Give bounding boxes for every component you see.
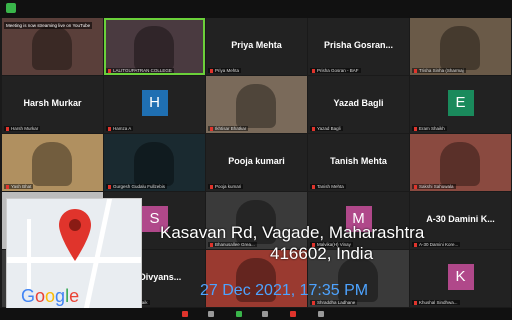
participant-tile[interactable]: Prisha Gosran... Prisha Gosran - BAF	[308, 18, 409, 75]
avatar: H	[141, 89, 168, 116]
participant-tile[interactable]: E Eram Shaikh	[410, 76, 511, 133]
participant-tile[interactable]: Yazad Bagli Yazad Bagli	[308, 76, 409, 133]
participant-tile[interactable]: Ikhtisar Bhatkar	[206, 76, 307, 133]
participant-label: Prisha Gosran - BAF	[310, 68, 361, 73]
muted-mic-icon	[414, 126, 417, 131]
participant-label: LALITGUPATRAN COLLEGE	[106, 68, 174, 73]
video-feed	[134, 142, 174, 186]
participant-label-text: Ikhtisar Bhatkar	[215, 126, 247, 131]
muted-mic-icon	[210, 68, 213, 73]
participant-label: Harsh Murkar	[4, 126, 41, 131]
share-screen-icon[interactable]	[290, 311, 296, 317]
muted-mic-icon	[210, 126, 213, 131]
muted-mic-icon	[6, 184, 9, 189]
participant-label: Yash Bhat	[4, 184, 34, 189]
muted-mic-icon	[414, 68, 417, 73]
participant-label: Pooja kumari	[208, 184, 244, 189]
participant-label-text: Trisha Sinha (Sharmaj	[419, 68, 464, 73]
muted-mic-icon	[108, 126, 111, 131]
streaming-banner: Meeting is now streaming live on YouTube	[4, 22, 93, 29]
address-line-2: 416602, India	[270, 244, 374, 263]
address-line-1: Kasavan Rd, Vagade, Maharashtra	[160, 223, 425, 242]
avatar: K	[447, 263, 474, 290]
meeting-top-bar	[0, 0, 512, 18]
video-feed	[440, 26, 480, 70]
participant-label: Yazad Bagli	[310, 126, 343, 131]
participant-label: Ikhtisar Bhatkar	[208, 126, 249, 131]
participants-icon[interactable]	[236, 311, 242, 317]
participant-label: Eram Shaikh	[412, 126, 447, 131]
participant-label: Tanish Mehta	[310, 184, 346, 189]
participant-tile[interactable]: Yash Bhat	[2, 134, 103, 191]
muted-mic-icon	[210, 184, 213, 189]
participant-label-text: Hamza A	[113, 126, 132, 131]
muted-mic-icon	[414, 300, 417, 305]
participant-name: Harsh Murkar	[23, 98, 82, 108]
participant-label-text: Sakshi Sahuwala	[419, 184, 454, 189]
participant-name: Pooja kumari	[228, 156, 285, 166]
meeting-toolbar	[0, 308, 512, 320]
participant-label-text: Priya Mehta	[215, 68, 240, 73]
participant-tile[interactable]: LALITGUPATRAN COLLEGE	[104, 18, 205, 75]
participant-label-text: Eram Shaikh	[419, 126, 445, 131]
video-feed	[134, 26, 174, 70]
map-thumbnail: Google	[6, 198, 142, 314]
participant-tile[interactable]: Gurgesh Gudalu Fullzebis	[104, 134, 205, 191]
participant-name: Prisha Gosran...	[323, 40, 394, 50]
participant-label-text: LALITGUPATRAN COLLEGE	[113, 68, 172, 73]
muted-mic-icon	[6, 126, 9, 131]
participant-tile[interactable]: Sakshi Sahuwala	[410, 134, 511, 191]
participant-label: Sakshi Sahuwala	[412, 184, 456, 189]
participant-tile[interactable]: Trisha Sinha (Sharmaj	[410, 18, 511, 75]
muted-mic-icon	[312, 300, 315, 305]
participant-label: Gurgesh Gudalu Fullzebis	[106, 184, 168, 189]
participant-tile[interactable]: Meeting is now streaming live on YouTube	[2, 18, 103, 75]
datetime-stamp: 27 Dec 2021, 17:35 PM	[200, 282, 369, 299]
muted-mic-icon	[312, 126, 315, 131]
security-shield-icon[interactable]	[6, 3, 16, 13]
participant-label-text: Tanish Mehta	[317, 184, 344, 189]
record-icon[interactable]	[318, 311, 324, 317]
participant-name: Yazad Bagli	[333, 98, 384, 108]
participant-tile[interactable]: Tanish Mehta Tanish Mehta	[308, 134, 409, 191]
muted-mic-icon	[108, 68, 111, 73]
chat-icon[interactable]	[262, 311, 268, 317]
participant-label-text: Khushal Sindhwa...	[419, 300, 458, 305]
participant-label-text: Shraddha Ladhane	[317, 300, 356, 305]
participant-tile[interactable]: Priya Mehta Priya Mehta	[206, 18, 307, 75]
video-feed	[32, 26, 72, 70]
muted-mic-icon	[414, 184, 417, 189]
mute-icon[interactable]	[182, 311, 188, 317]
participant-label-text: Pooja kumari	[215, 184, 242, 189]
participant-label: Khushal Sindhwa...	[412, 300, 460, 305]
participant-label: Shraddha Ladhane	[310, 300, 358, 305]
map-road	[27, 219, 31, 289]
participant-label-text: Yash Bhat	[11, 184, 32, 189]
participant-label-text: Gurgesh Gudalu Fullzebis	[113, 184, 166, 189]
participant-label-text: Yazad Bagli	[317, 126, 341, 131]
video-feed	[440, 142, 480, 186]
video-feed	[236, 84, 276, 128]
video-feed	[32, 142, 72, 186]
participant-tile[interactable]: H Hamza A	[104, 76, 205, 133]
avatar: E	[447, 89, 474, 116]
participant-label: Hamza A	[106, 126, 134, 131]
participant-label: Trisha Sinha (Sharmaj	[412, 68, 466, 73]
participant-tile[interactable]: Pooja kumari Pooja kumari	[206, 134, 307, 191]
google-logo: Google	[21, 286, 80, 306]
participant-name: Tanish Mehta	[330, 156, 387, 166]
video-icon[interactable]	[208, 311, 214, 317]
muted-mic-icon	[312, 68, 315, 73]
muted-mic-icon	[312, 184, 315, 189]
participant-label: Priya Mehta	[208, 68, 242, 73]
muted-mic-icon	[108, 184, 111, 189]
map-pin-icon	[59, 209, 91, 261]
participant-label-text: Harsh Murkar	[11, 126, 39, 131]
participant-name: Priya Mehta	[231, 40, 282, 50]
location-stamp: Kasavan Rd, Vagade, Maharashtra 416602, …	[160, 222, 480, 264]
participant-tile[interactable]: Harsh Murkar Harsh Murkar	[2, 76, 103, 133]
participant-label-text: Prisha Gosran - BAF	[317, 68, 359, 73]
